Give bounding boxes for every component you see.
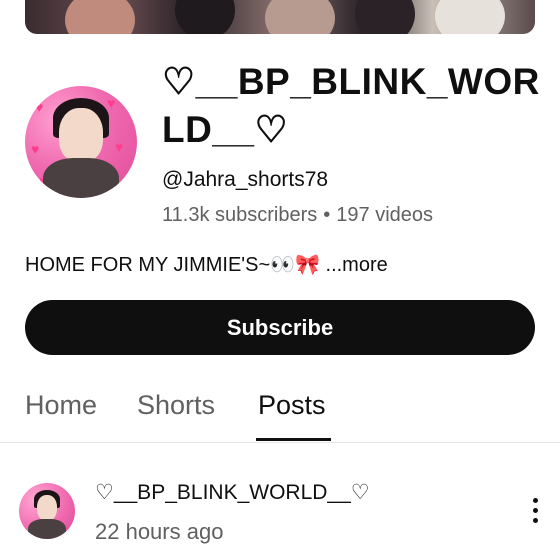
kebab-menu-icon[interactable] [526,496,544,526]
tab-home[interactable]: Home [25,390,97,421]
avatar-portrait [59,108,103,162]
banner-figure [435,0,505,34]
heart-icon: ♥ [31,141,40,157]
active-tab-indicator [256,438,331,441]
kebab-dot [533,498,538,503]
channel-description[interactable]: HOME FOR MY JIMMIE'S~👀🎀 ...more [25,252,388,277]
banner-figure [355,0,415,34]
avatar-portrait [43,158,119,198]
heart-icon: ♥ [107,95,116,111]
heart-icon: ♥ [115,139,124,155]
channel-avatar[interactable]: ♥ ♥ ♥ ♥ ♥ ♥ [25,86,137,198]
channel-stats: 11.3k subscribers • 197 videos [162,204,433,227]
more-link[interactable]: ...more [326,254,388,276]
channel-tabs: Home Shorts Posts [0,380,560,443]
channel-banner [25,0,535,34]
channel-title: ♡__BP_BLINK_WORLD__♡ [162,61,540,150]
kebab-dot [533,518,538,523]
heart-icon: ♥ [35,99,44,115]
tab-shorts[interactable]: Shorts [137,390,215,421]
avatar-portrait [37,495,57,521]
subscriber-count: 11.3k subscribers [162,204,318,226]
banner-figure [65,0,135,34]
post-author-avatar[interactable] [19,483,75,539]
banner-figure [175,0,235,34]
post-author-name[interactable]: ♡__BP_BLINK_WORLD__♡ [95,480,370,505]
stats-separator: • [323,204,331,226]
channel-handle: @Jahra_shorts78 [162,168,329,191]
tab-posts[interactable]: Posts [258,390,326,421]
kebab-dot [533,508,538,513]
subscribe-button[interactable]: Subscribe [25,300,535,355]
banner-figure [265,0,335,34]
description-text: HOME FOR MY JIMMIE'S~👀🎀 [25,254,320,276]
video-count: 197 videos [336,204,434,226]
avatar-portrait [28,519,66,539]
post-timestamp: 22 hours ago [95,519,224,544]
